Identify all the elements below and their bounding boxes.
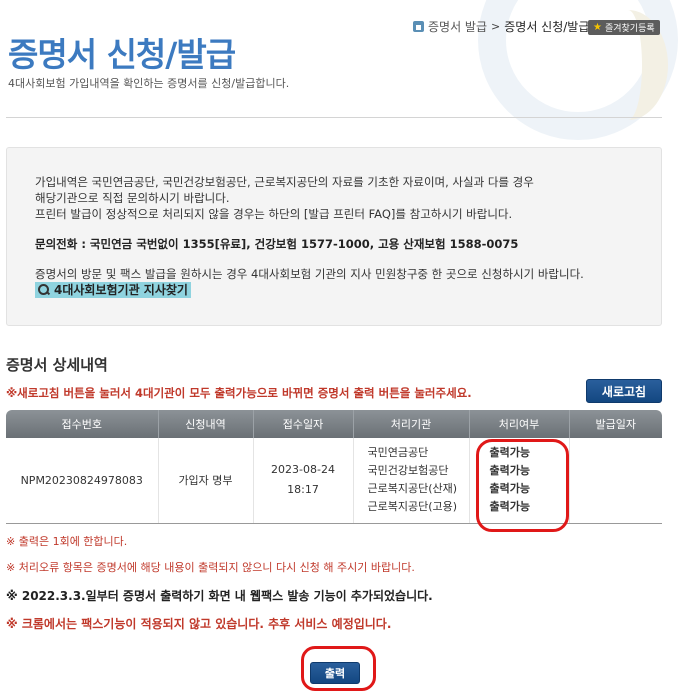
refresh-note: ※새로고침 버튼을 눌러서 4대기관이 모두 출력가능으로 바뀌면 증명서 출력… bbox=[6, 386, 472, 400]
note-print-once: ※ 출력은 1회에 한합니다. bbox=[6, 535, 128, 548]
issue-date bbox=[569, 438, 662, 524]
agency-name: 근로복지공단(고용) bbox=[367, 500, 458, 514]
info-line: 가입내역은 국민연금공단, 국민건강보험공단, 근로복지공단의 자료를 기초한 … bbox=[35, 175, 534, 189]
breadcrumb: 증명서 발급 > 증명서 신청/발급 bbox=[413, 18, 589, 35]
request-type: 가입자 명부 bbox=[158, 438, 254, 524]
info-line: 해당기관으로 직접 문의하시기 바랍니다. bbox=[35, 191, 230, 205]
branch-finder-link[interactable]: 4대사회보험기관 지사찾기 bbox=[35, 282, 191, 298]
note-error: ※ 처리오류 항목은 증명서에 해당 내용이 출력되지 않으니 다시 신청 해 … bbox=[6, 561, 415, 574]
breadcrumb-separator: > bbox=[491, 20, 501, 33]
receipt-number: NPM20230824978083 bbox=[6, 438, 159, 524]
column-header: 접수번호 bbox=[6, 410, 159, 438]
refresh-button[interactable]: 새로고침 bbox=[586, 379, 662, 403]
status-highlight-circle bbox=[476, 439, 569, 532]
print-highlight-circle bbox=[301, 646, 376, 691]
agency-name: 국민연금공단 bbox=[367, 446, 429, 460]
receipt-date: 2023-08-24 bbox=[271, 463, 335, 477]
branch-finder-label: 4대사회보험기관 지사찾기 bbox=[54, 283, 188, 297]
agency-name: 국민건강보험공단 bbox=[367, 464, 449, 478]
breadcrumb-current: 증명서 신청/발급 bbox=[504, 20, 590, 34]
column-header: 처리여부 bbox=[469, 410, 570, 438]
column-header: 처리기관 bbox=[353, 410, 470, 438]
page-description: 4대사회보험 가입내역을 확인하는 증명서를 신청/발급합니다. bbox=[8, 77, 290, 90]
info-line: 프린터 발급이 정상적으로 처리되지 않을 경우는 하단의 [발급 프린터 FA… bbox=[35, 207, 513, 221]
home-icon[interactable] bbox=[413, 21, 424, 32]
column-header: 발급일자 bbox=[569, 410, 662, 438]
visit-note: 증명서의 방문 및 팩스 발급을 원하시는 경우 4대사회보험 기관의 지사 민… bbox=[35, 267, 584, 281]
info-box: 가입내역은 국민연금공단, 국민건강보험공단, 근로복지공단의 자료를 기초한 … bbox=[6, 147, 662, 326]
contact-phone: 문의전화 : 국민연금 국번없이 1355[유료], 건강보험 1577-100… bbox=[35, 237, 519, 251]
favorites-button[interactable]: ★ 즐겨찾기등록 bbox=[588, 20, 660, 35]
star-icon: ★ bbox=[593, 22, 602, 33]
search-icon bbox=[38, 284, 50, 296]
receipt-date-cell: 2023-08-24 18:17 bbox=[253, 438, 354, 524]
divider bbox=[6, 117, 662, 118]
breadcrumb-parent[interactable]: 증명서 발급 bbox=[428, 18, 487, 35]
section-title: 증명서 상세내역 bbox=[6, 356, 108, 374]
note-chrome: ※ 크롬에서는 팩스기능이 적용되지 않고 있습니다. 추후 서비스 예정입니다… bbox=[6, 617, 392, 631]
receipt-time: 18:17 bbox=[287, 483, 319, 497]
favorites-button-label: 즐겨찾기등록 bbox=[604, 24, 655, 34]
agency-name: 근로복지공단(산재) bbox=[367, 482, 458, 496]
note-webfax: ※ 2022.3.3.일부터 증명서 출력하기 화면 내 웹팩스 발송 기능이 … bbox=[6, 589, 433, 603]
column-header: 접수일자 bbox=[253, 410, 354, 438]
page-title: 증명서 신청/발급 bbox=[8, 35, 236, 74]
agency-cell: 국민연금공단 국민건강보험공단 근로복지공단(산재) 근로복지공단(고용) bbox=[353, 438, 470, 524]
column-header: 신청내역 bbox=[158, 410, 254, 438]
